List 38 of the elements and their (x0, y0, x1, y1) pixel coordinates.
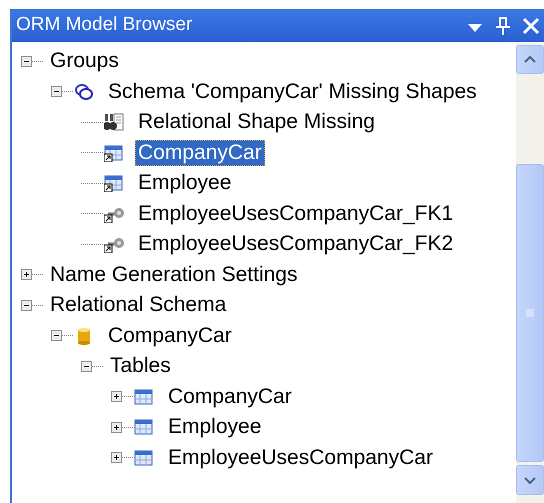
pin-icon[interactable] (496, 16, 510, 34)
scroll-up-button[interactable] (516, 45, 544, 74)
tree-item[interactable]: EmployeeUsesCompanyCar_FK2 (135, 231, 456, 258)
expand-icon[interactable] (111, 422, 122, 433)
tree-item[interactable]: Relational Schema (47, 292, 230, 318)
tree-item[interactable]: CompanyCar (165, 384, 295, 410)
tree-item[interactable]: Employee (135, 170, 234, 196)
table-icon (134, 448, 154, 467)
tree-item[interactable]: Name Generation Settings (47, 262, 300, 288)
close-icon[interactable] (522, 16, 540, 34)
binoculars-icon (104, 113, 124, 132)
tree-item[interactable]: Employee (165, 414, 264, 440)
scroll-down-button[interactable] (516, 465, 544, 495)
tree-item[interactable]: Groups (47, 48, 122, 74)
grip-icon (526, 308, 534, 318)
tree-item[interactable]: CompanyCar (135, 140, 265, 166)
collapse-icon[interactable] (51, 330, 62, 342)
collapse-icon[interactable] (21, 300, 32, 311)
expand-icon[interactable] (111, 452, 122, 464)
tree-item[interactable]: Schema 'CompanyCar' Missing Shapes (105, 78, 480, 105)
expand-icon[interactable] (111, 391, 122, 402)
tree-item[interactable]: Tables (107, 353, 174, 380)
tree-item[interactable]: EmployeeUsesCompanyCar_FK1 (135, 200, 456, 227)
window-title: ORM Model Browser (16, 13, 194, 38)
group-icon (74, 82, 94, 101)
table-shortcut-icon (104, 174, 124, 192)
table-icon (134, 388, 154, 406)
table-shortcut-icon (104, 144, 124, 162)
collapse-icon[interactable] (81, 360, 92, 372)
tree-item[interactable]: EmployeeUsesCompanyCar (165, 444, 436, 471)
expand-icon[interactable] (21, 269, 32, 280)
tree-item[interactable]: Relational Shape Missing (135, 109, 378, 136)
collapse-icon[interactable] (21, 56, 32, 67)
table-icon (134, 418, 154, 436)
tree-item[interactable]: CompanyCar (105, 322, 235, 349)
collapse-icon[interactable] (51, 86, 62, 98)
dropdown-icon[interactable] (468, 24, 482, 32)
scrollbar-thumb[interactable] (516, 164, 544, 462)
